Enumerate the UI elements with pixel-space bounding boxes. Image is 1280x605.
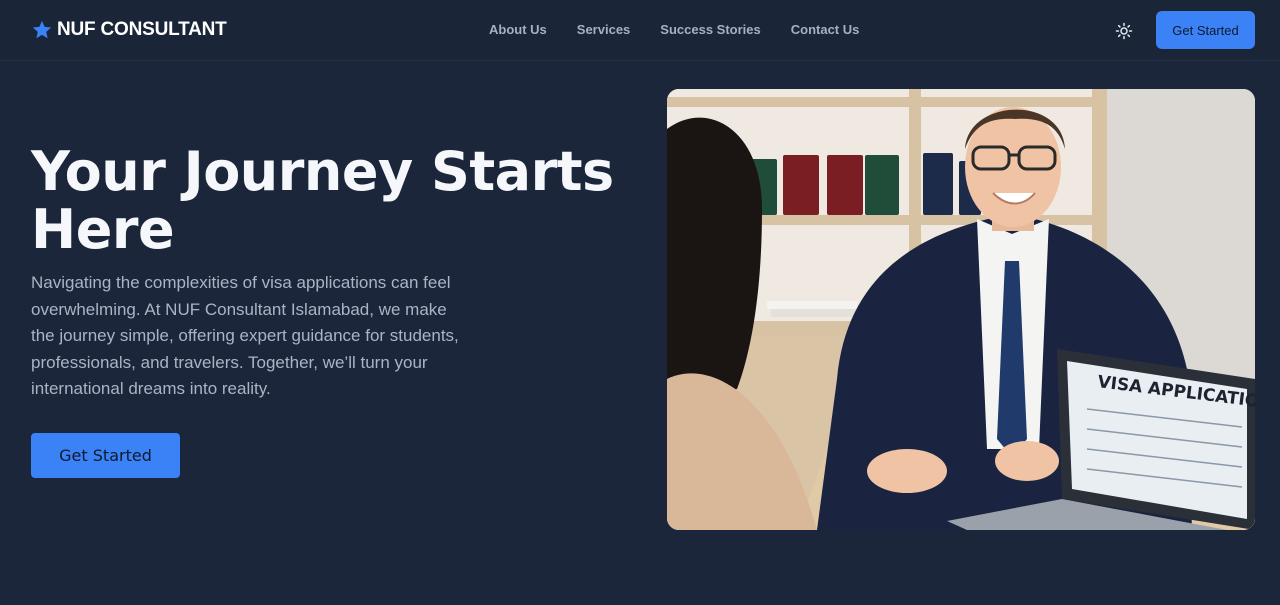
nav-get-started-button[interactable]: Get Started	[1156, 11, 1255, 49]
navbar: NUF CONSULTANT About Us Services Success…	[0, 0, 1280, 61]
hero-title: Your Journey Starts Here	[31, 140, 614, 261]
nav-contact-us[interactable]: Contact Us	[791, 22, 860, 37]
sun-icon	[1115, 22, 1133, 40]
nav-services[interactable]: Services	[577, 22, 631, 37]
nav-about-us[interactable]: About Us	[489, 22, 547, 37]
hero-description: Navigating the complexities of visa appl…	[31, 273, 459, 398]
hero-get-started-button[interactable]: Get Started	[31, 433, 180, 478]
hero-image: VISA APPLICATION	[667, 89, 1255, 530]
brand-name: NUF CONSULTANT	[57, 19, 227, 40]
consultation-illustration: VISA APPLICATION	[667, 89, 1255, 530]
theme-toggle-button[interactable]	[1115, 22, 1133, 40]
star-icon	[32, 20, 52, 39]
main-nav: About Us Services Success Stories Contac…	[489, 22, 889, 37]
brand-logo[interactable]: NUF CONSULTANT	[31, 19, 227, 41]
nav-success-stories[interactable]: Success Stories	[660, 22, 760, 37]
